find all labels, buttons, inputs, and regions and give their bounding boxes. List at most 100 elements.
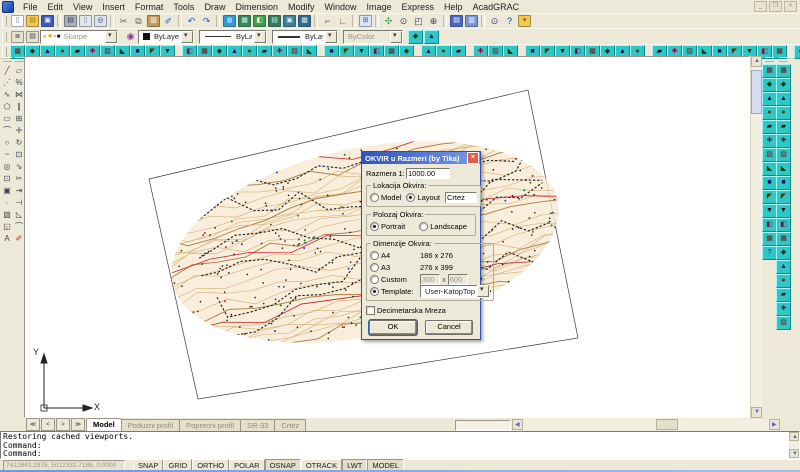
grac-quick-2-button[interactable]: ▲ [424, 30, 439, 44]
polyline-button[interactable]: ∿ [1, 88, 13, 100]
open-button[interactable]: ▤ [25, 15, 40, 28]
chevron-down-icon[interactable] [181, 31, 193, 43]
make-block-button[interactable]: ▣ [1, 184, 13, 196]
grac-side-inner-14-button[interactable]: ? [762, 246, 777, 260]
scroll-right-icon[interactable] [769, 419, 780, 430]
menu-acadgrac[interactable]: AcadGRAC [468, 1, 525, 13]
grac-side-outer-1-button[interactable]: ▦ [776, 64, 791, 78]
cut-button[interactable]: ✂ [116, 15, 131, 28]
toolbar-grip[interactable] [3, 57, 12, 62]
region-button[interactable]: ◱ [1, 220, 13, 232]
app-icon[interactable] [2, 1, 14, 13]
active-assistance-button[interactable]: ✦ [517, 15, 532, 28]
grac-side-outer-2-button[interactable]: ◆ [776, 78, 791, 92]
menu-tools[interactable]: Tools [168, 1, 199, 13]
grac-side-outer-10-button[interactable]: ◤ [776, 190, 791, 204]
ellipse-button[interactable]: ◎ [1, 160, 13, 172]
scroll-down-icon[interactable] [789, 449, 799, 458]
xref-button[interactable]: ▤ [267, 15, 282, 28]
close-window-icon[interactable]: × [784, 1, 797, 12]
layout-radio[interactable] [406, 193, 415, 202]
menu-window[interactable]: Window [320, 1, 362, 13]
menu-help[interactable]: Help [439, 1, 468, 13]
zoom-realtime-button[interactable]: ⊙ [396, 15, 411, 28]
toolbars-b-button[interactable]: ◧ [252, 15, 267, 28]
menu-modify[interactable]: Modify [283, 1, 320, 13]
grac-side-inner-12-button[interactable]: ◧ [762, 218, 777, 232]
spline-button[interactable]: ~ [1, 148, 13, 160]
lineweight-select[interactable]: ByLayer [272, 30, 338, 44]
grac-side-outer-16-button[interactable]: ● [776, 274, 791, 288]
horizontal-scroll-thumb[interactable] [656, 419, 678, 430]
landscape-radio[interactable] [419, 222, 428, 231]
save-button[interactable]: ▣ [40, 15, 55, 28]
menu-dimension[interactable]: Dimension [230, 1, 283, 13]
grac-side-inner-3-button[interactable]: ▲ [762, 92, 777, 106]
grac-side-outer-3-button[interactable]: ▲ [776, 92, 791, 106]
image-button[interactable]: ▣ [282, 15, 297, 28]
scroll-down-icon[interactable] [751, 407, 762, 418]
grac-side-outer-4-button[interactable]: ● [776, 106, 791, 120]
restore-icon[interactable]: ❐ [769, 1, 782, 12]
grac-side-inner-5-button[interactable]: ▰ [762, 120, 777, 134]
construction-line-button[interactable]: ⋰ [1, 76, 13, 88]
grac-side-inner-13-button[interactable]: ▦ [762, 232, 777, 246]
tab-nav-prev-icon[interactable]: < [41, 418, 55, 431]
menu-express[interactable]: Express [397, 1, 440, 13]
match-properties-button[interactable]: ✐ [161, 15, 176, 28]
properties-button[interactable]: ▤ [449, 15, 464, 28]
menu-insert[interactable]: Insert [97, 1, 130, 13]
grac-side-outer-8-button[interactable]: ◣ [776, 162, 791, 176]
linetype-select[interactable]: ByLayer [199, 30, 267, 44]
tab-nav-next-icon[interactable]: > [56, 418, 70, 431]
layout-name-input[interactable] [445, 192, 477, 203]
new-button[interactable]: ▯ [10, 15, 25, 28]
zoom-tool-button[interactable]: ⊙ [487, 15, 502, 28]
chevron-down-icon[interactable] [325, 31, 337, 43]
toolbar-grip[interactable] [765, 57, 774, 62]
designcenter-button[interactable]: ▥ [464, 15, 479, 28]
menu-image[interactable]: Image [362, 1, 397, 13]
custom-radio[interactable] [370, 275, 379, 284]
mtext-button[interactable]: A [1, 232, 13, 244]
layer-select[interactable]: ●✹▪■ Skarpe [40, 30, 118, 44]
layer-properties-manager-button[interactable]: ≣ [10, 30, 25, 43]
tab-poprecni-profil[interactable]: Poprecni profil [179, 419, 241, 431]
cancel-button[interactable]: Cancel [425, 320, 473, 335]
snap-from-button[interactable]: ∟ [335, 15, 350, 28]
grac-side-inner-2-button[interactable]: ◆ [762, 78, 777, 92]
pan-realtime-button[interactable]: ✣ [381, 15, 396, 28]
model-radio[interactable] [370, 193, 379, 202]
grac-side-outer-5-button[interactable]: ▰ [776, 120, 791, 134]
canvas-vertical-scrollbar[interactable] [750, 56, 762, 418]
grac-side-inner-11-button[interactable]: ▼ [762, 204, 777, 218]
grac-side-outer-7-button[interactable]: ▨ [776, 148, 791, 162]
vertical-scroll-thumb[interactable] [751, 70, 762, 114]
dialog-titlebar[interactable]: OKVIR u Razmeri (by Tika) × [362, 152, 480, 164]
polygon-button[interactable]: ⬠ [1, 100, 13, 112]
grac-side-outer-6-button[interactable]: ✚ [776, 134, 791, 148]
hatch-button[interactable]: ▨ [1, 208, 13, 220]
rectangle-button[interactable]: ▭ [1, 112, 13, 124]
help-button[interactable]: ? [502, 15, 517, 28]
menu-view[interactable]: View [68, 1, 97, 13]
grac-side-inner-8-button[interactable]: ◣ [762, 162, 777, 176]
scroll-left-icon[interactable] [512, 419, 523, 430]
scroll-up-icon[interactable] [789, 432, 799, 441]
print-preview-button[interactable]: ▯ [78, 15, 93, 28]
close-icon[interactable]: × [467, 152, 479, 164]
toolbar-grip[interactable] [779, 57, 788, 62]
named-views-button[interactable]: ⊞ [358, 15, 373, 28]
menu-format[interactable]: Format [130, 1, 169, 13]
print-button[interactable]: ▤ [63, 15, 78, 28]
temporary-tracking-button[interactable]: ⌐ [320, 15, 335, 28]
grac-side-outer-18-button[interactable]: ✚ [776, 302, 791, 316]
chevron-down-icon[interactable] [105, 31, 117, 43]
a4-radio[interactable] [370, 251, 379, 260]
grac-side-outer-15-button[interactable]: ▲ [776, 260, 791, 274]
tab-crtez[interactable]: Crtez [274, 419, 306, 431]
command-scrollbar[interactable] [789, 432, 799, 458]
grac-side-outer-12-button[interactable]: ◧ [776, 218, 791, 232]
layer-translate-button[interactable]: ▩ [297, 15, 312, 28]
grac-side-outer-13-button[interactable]: ▦ [776, 232, 791, 246]
